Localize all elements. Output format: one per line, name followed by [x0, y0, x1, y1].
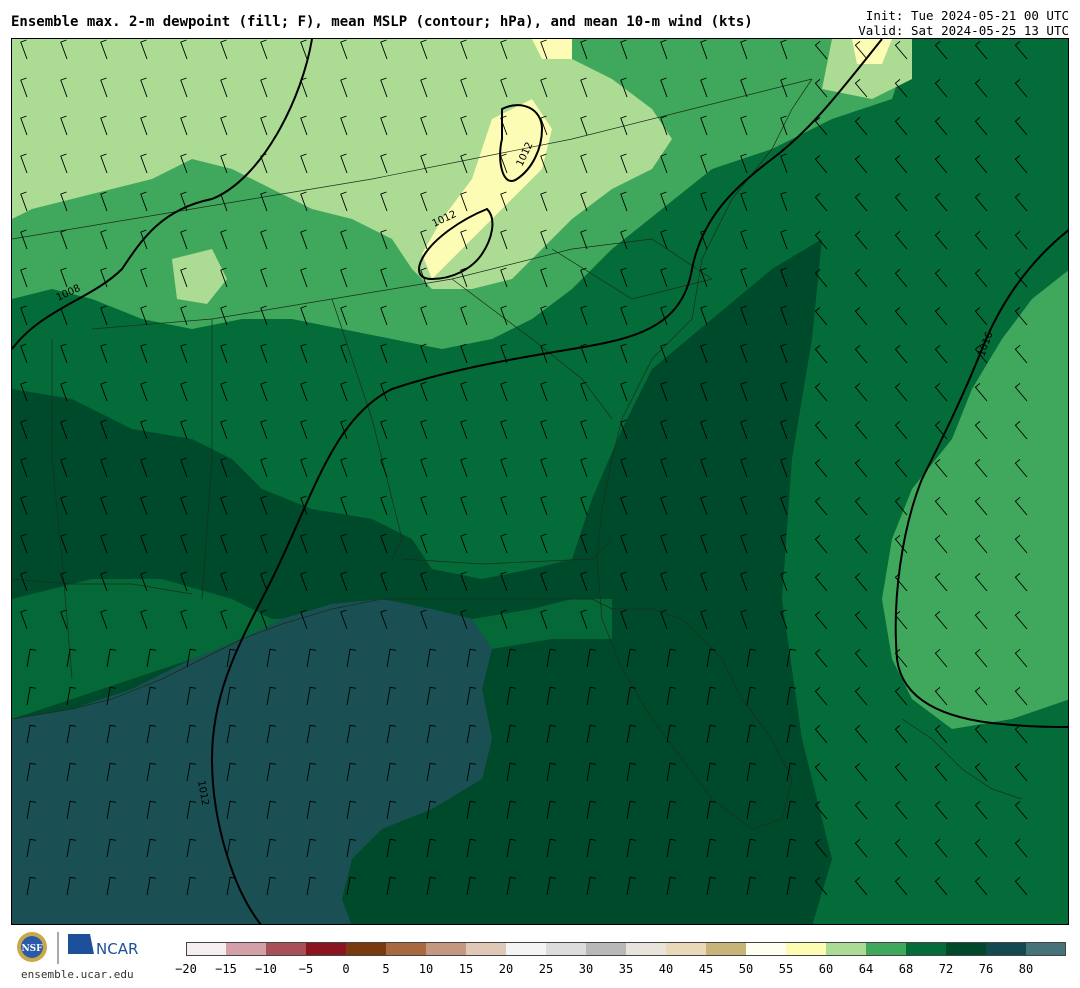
map-panel: 1008 1012 1012 1012 1016 [11, 38, 1069, 925]
colorbar-swatch [506, 942, 547, 956]
colorbar-tick-label: 20 [498, 962, 514, 976]
colorbar-tick-label: 80 [1018, 962, 1034, 976]
colorbar-swatch [626, 942, 667, 956]
colorbar-swatch [666, 942, 707, 956]
colorbar-tick-label: −15 [215, 962, 237, 976]
ncar-logo-mark [68, 934, 94, 954]
colorbar-swatch [306, 942, 347, 956]
colorbar-tick-label: 68 [898, 962, 914, 976]
colorbar-tick-label: 40 [658, 962, 674, 976]
colorbar-tick-label: 5 [382, 962, 390, 976]
colorbar-swatch [266, 942, 307, 956]
colorbar-tick-label: 0 [342, 962, 350, 976]
run-times: Init: Tue 2024-05-21 00 UTC Valid: Sat 2… [858, 8, 1069, 38]
site-url: ensemble.ucar.edu [21, 968, 134, 981]
colorbar-swatch [826, 942, 867, 956]
map-title: Ensemble max. 2-m dewpoint (fill; F), me… [11, 14, 753, 30]
colorbar-tick-label: 55 [778, 962, 794, 976]
colorbar-swatch [586, 942, 627, 956]
colorbar-swatch [786, 942, 827, 956]
colorbar-swatch [1026, 942, 1066, 956]
colorbar-swatch [986, 942, 1027, 956]
colorbar-tick-label: 10 [418, 962, 434, 976]
colorbar-tick-label: 30 [578, 962, 594, 976]
dewpoint-colorbar [186, 942, 1066, 956]
colorbar-tick-label: 72 [938, 962, 954, 976]
ncar-logo-text: NCAR [96, 940, 138, 958]
colorbar-swatch [866, 942, 907, 956]
valid-time: Valid: Sat 2024-05-25 13 UTC [858, 23, 1069, 38]
colorbar-swatch [546, 942, 587, 956]
colorbar-tick-label: 45 [698, 962, 714, 976]
colorbar-swatch [226, 942, 267, 956]
init-time: Init: Tue 2024-05-21 00 UTC [865, 8, 1069, 23]
colorbar-swatch [186, 942, 227, 956]
colorbar-swatch [426, 942, 467, 956]
colorbar-tick-label: 64 [858, 962, 874, 976]
colorbar-tick-label: 15 [458, 962, 474, 976]
nsf-ncar-logo: NSF NCAR [17, 932, 138, 964]
colorbar-swatch [946, 942, 987, 956]
colorbar-tick-label: 50 [738, 962, 754, 976]
colorbar-tick-label: 60 [818, 962, 834, 976]
colorbar-swatch [386, 942, 427, 956]
colorbar-tick-label: −20 [175, 962, 197, 976]
colorbar-swatch [466, 942, 507, 956]
colorbar-swatch [746, 942, 787, 956]
nsf-logo-text: NSF [21, 944, 43, 954]
colorbar-tick-label: 35 [618, 962, 634, 976]
colorbar-tick-label: −10 [255, 962, 277, 976]
colorbar-swatch [906, 942, 947, 956]
colorbar-swatch [706, 942, 747, 956]
colorbar-tick-label: 76 [978, 962, 994, 976]
colorbar-swatch [346, 942, 387, 956]
colorbar-tick-label: 25 [538, 962, 554, 976]
colorbar-tick-label: −5 [298, 962, 314, 976]
dewpoint-map: 1008 1012 1012 1012 1016 [12, 39, 1068, 924]
